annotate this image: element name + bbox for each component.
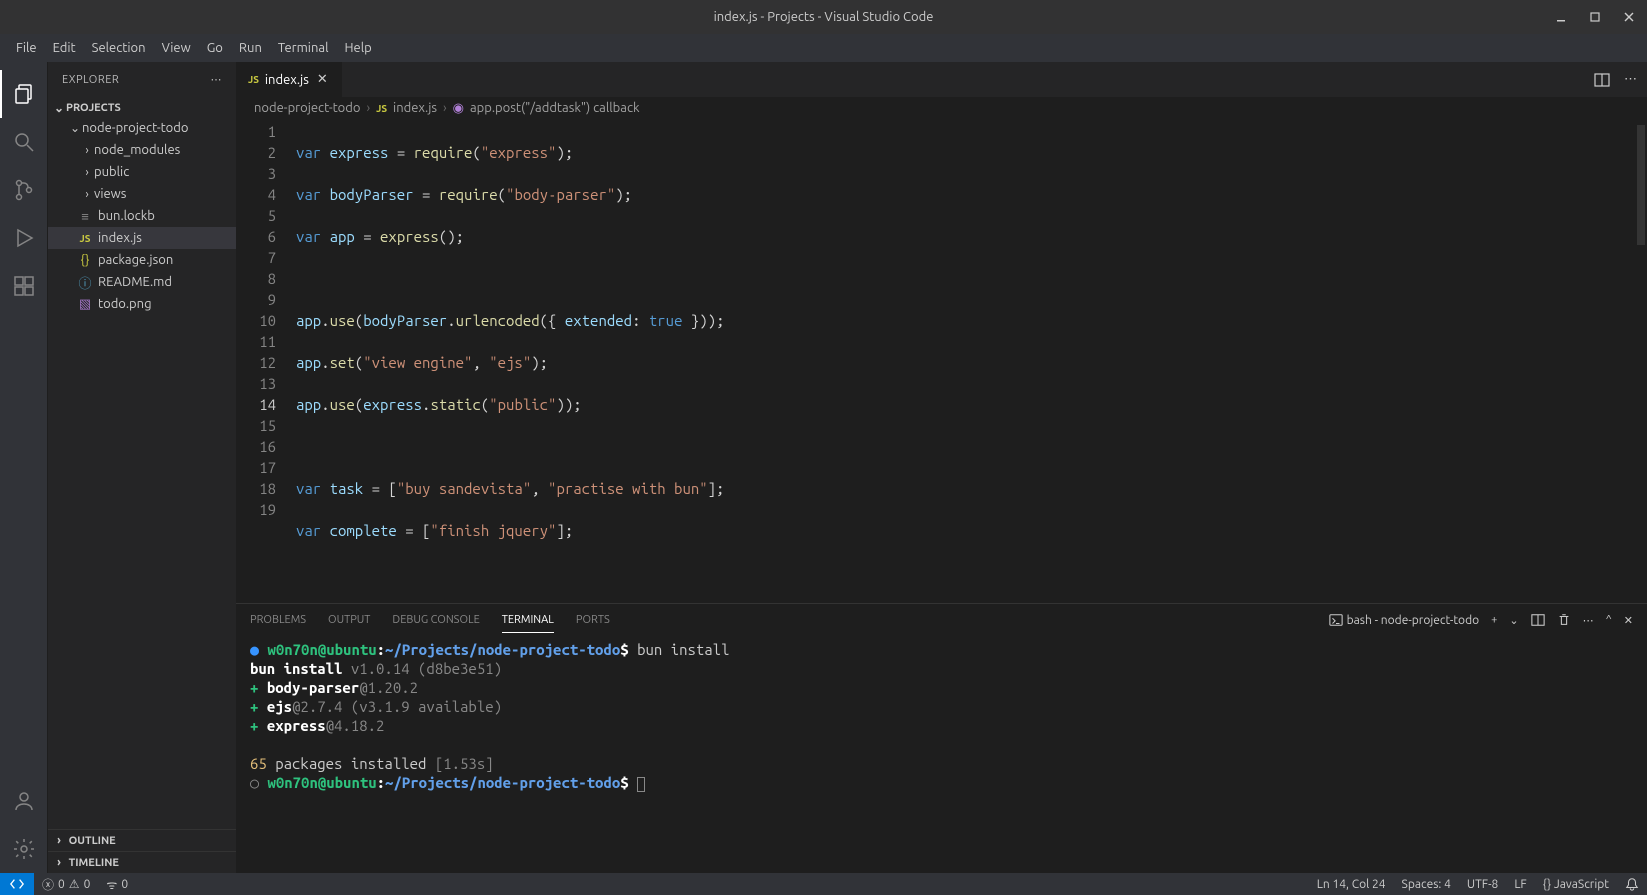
- js-icon: JS: [248, 74, 259, 85]
- file-icon: ≡: [76, 209, 94, 224]
- panel-tab-terminal[interactable]: TERMINAL: [502, 608, 554, 633]
- minimize-button[interactable]: [1549, 5, 1573, 29]
- timeline-section[interactable]: › TIMELINE: [48, 851, 236, 873]
- status-position[interactable]: Ln 14, Col 24: [1309, 878, 1394, 891]
- split-editor-icon[interactable]: [1594, 72, 1610, 88]
- close-panel-icon[interactable]: ✕: [1624, 614, 1633, 627]
- file-index-js[interactable]: JSindex.js: [48, 227, 236, 249]
- panel-tab-output[interactable]: OUTPUT: [328, 608, 370, 632]
- project-section[interactable]: ⌄PROJECTS: [48, 99, 236, 117]
- menu-terminal[interactable]: Terminal: [270, 37, 337, 59]
- account-icon[interactable]: [0, 777, 48, 825]
- terminal-more-icon[interactable]: ⋯: [1583, 614, 1594, 627]
- folder-root[interactable]: ⌄node-project-todo: [48, 117, 236, 139]
- panel-tab-problems[interactable]: PROBLEMS: [250, 608, 306, 632]
- menubar: File Edit Selection View Go Run Terminal…: [0, 34, 1647, 62]
- panel-tab-debug[interactable]: DEBUG CONSOLE: [392, 608, 479, 632]
- menu-run[interactable]: Run: [231, 37, 270, 59]
- terminal-content[interactable]: ● w0n70n@ubuntu:~/Projects/node-project-…: [236, 636, 1647, 873]
- method-icon: ◉: [453, 101, 464, 116]
- notifications-icon[interactable]: [1617, 877, 1647, 891]
- source-control-icon[interactable]: [0, 166, 48, 214]
- window-title: index.js - Projects - Visual Studio Code: [714, 10, 934, 24]
- file-readme[interactable]: ⓘREADME.md: [48, 271, 236, 293]
- folder-node-modules[interactable]: ›node_modules: [48, 139, 236, 161]
- js-icon: JS: [76, 233, 94, 244]
- file-bun-lockb[interactable]: ≡bun.lockb: [48, 205, 236, 227]
- folder-views[interactable]: ›views: [48, 183, 236, 205]
- new-terminal-icon[interactable]: +: [1491, 614, 1497, 626]
- extensions-icon[interactable]: [0, 262, 48, 310]
- js-icon: JS: [376, 103, 387, 114]
- remote-button[interactable]: [0, 873, 34, 895]
- explorer-icon[interactable]: [0, 70, 48, 118]
- terminal-dropdown-icon[interactable]: ⌄: [1509, 614, 1518, 627]
- json-icon: {}: [76, 253, 94, 267]
- maximize-panel-icon[interactable]: ^: [1606, 614, 1612, 626]
- info-icon: ⓘ: [76, 273, 94, 292]
- editor-more-icon[interactable]: ⋯: [1624, 72, 1637, 87]
- terminal-shell-label[interactable]: bash - node-project-todo: [1329, 613, 1480, 627]
- status-language[interactable]: {} JavaScript: [1535, 878, 1617, 891]
- outline-section[interactable]: › OUTLINE: [48, 829, 236, 851]
- scrollbar[interactable]: [1637, 125, 1645, 245]
- file-todo-png[interactable]: ▧todo.png: [48, 293, 236, 315]
- status-spaces[interactable]: Spaces: 4: [1394, 878, 1459, 891]
- status-errors[interactable]: ⓧ0 ⚠0: [34, 876, 98, 893]
- folder-public[interactable]: ›public: [48, 161, 236, 183]
- menu-file[interactable]: File: [8, 37, 45, 59]
- status-encoding[interactable]: UTF-8: [1459, 878, 1506, 891]
- menu-help[interactable]: Help: [336, 37, 379, 59]
- tab-close-icon[interactable]: ✕: [315, 72, 330, 87]
- menu-go[interactable]: Go: [199, 37, 231, 59]
- tab-index-js[interactable]: JS index.js ✕: [236, 62, 343, 97]
- explorer-title: EXPLORER: [62, 74, 119, 86]
- maximize-button[interactable]: [1583, 5, 1607, 29]
- close-button[interactable]: [1617, 5, 1641, 29]
- split-terminal-icon[interactable]: [1531, 613, 1545, 627]
- breadcrumbs[interactable]: node-project-todo› JS index.js› ◉ app.po…: [236, 97, 1647, 119]
- status-port[interactable]: ᯤ0: [98, 876, 136, 893]
- menu-edit[interactable]: Edit: [45, 37, 84, 59]
- status-eol[interactable]: LF: [1506, 878, 1534, 891]
- kill-terminal-icon[interactable]: [1557, 613, 1571, 627]
- search-icon[interactable]: [0, 118, 48, 166]
- image-icon: ▧: [76, 297, 94, 312]
- file-package-json[interactable]: {}package.json: [48, 249, 236, 271]
- run-debug-icon[interactable]: [0, 214, 48, 262]
- menu-view[interactable]: View: [154, 37, 199, 59]
- settings-icon[interactable]: [0, 825, 48, 873]
- code-editor[interactable]: 12345678910111213141516171819 var expres…: [236, 119, 1647, 603]
- panel-tab-ports[interactable]: PORTS: [576, 608, 610, 632]
- explorer-more-icon[interactable]: ⋯: [211, 73, 223, 86]
- menu-selection[interactable]: Selection: [84, 37, 154, 59]
